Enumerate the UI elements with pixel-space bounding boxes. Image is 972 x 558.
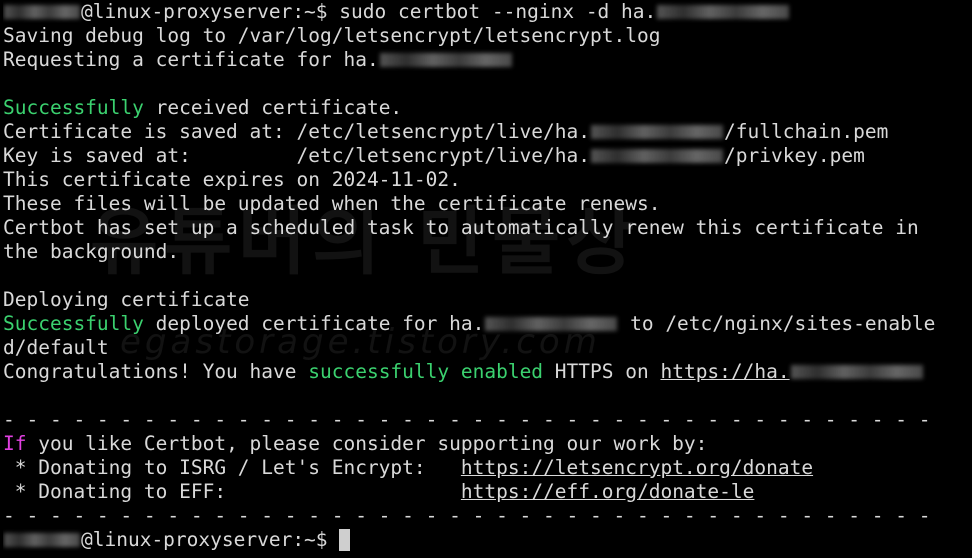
output-deployed-line: Successfully deployed certificate for ha…: [3, 312, 972, 336]
success-keyword: Successfully: [3, 312, 144, 335]
redacted-domain: [485, 317, 618, 331]
key-path-text: Key is saved at: /etc/letsencrypt/live/h…: [3, 144, 590, 167]
donate-isrg-label: * Donating to ISRG / Let's Encrypt:: [3, 456, 461, 479]
prompt-host: @linux-proxyserver:~$: [81, 0, 340, 23]
output-updated-line: These files will be updated when the cer…: [3, 192, 661, 215]
redacted-domain: [379, 53, 512, 67]
output-log-line: Saving debug log to /var/log/letsencrypt…: [3, 24, 661, 47]
donate-isrg-link[interactable]: https://letsencrypt.org/donate: [461, 456, 813, 479]
redacted-domain: [591, 149, 723, 163]
received-text: received certificate.: [143, 96, 403, 119]
success-keyword: Successfully: [3, 96, 144, 119]
site-link[interactable]: https://ha.: [660, 360, 789, 383]
output-scheduled-line-1: Certbot has set up a scheduled task to a…: [3, 216, 919, 239]
output-scheduled-line-2: the background.: [3, 240, 180, 263]
output-cert-path-line: Certificate is saved at: /etc/letsencryp…: [3, 120, 972, 144]
fullchain-text: /fullchain.pem: [724, 120, 889, 143]
redacted-domain: [591, 125, 723, 139]
output-support-line: If you like Certbot, please consider sup…: [3, 432, 972, 456]
request-text: Requesting a certificate for ha.: [3, 48, 379, 71]
output-request-line: Requesting a certificate for ha.: [3, 48, 972, 72]
congrats-text: Congratulations! You have: [3, 360, 309, 383]
output-expires-line: This certificate expires on 2024-11-02.: [3, 168, 461, 191]
terminal-window[interactable]: 유튜버의 만물상 egastorage.tistory.com @linux-p…: [0, 0, 972, 558]
redacted-username: [4, 533, 80, 547]
donate-eff-link[interactable]: https://eff.org/donate-le: [461, 480, 755, 503]
redacted-domain: [790, 365, 923, 379]
output-congrats-line: Congratulations! You have successfully e…: [3, 360, 972, 384]
output-deploying-line: Deploying certificate: [3, 288, 250, 311]
cert-path-text: Certificate is saved at: /etc/letsencryp…: [3, 120, 590, 143]
congrats-mid-text: HTTPS on: [543, 360, 661, 383]
if-keyword: If: [3, 432, 27, 455]
separator-top: - - - - - - - - - - - - - - - - - - - - …: [3, 408, 931, 431]
output-key-path-line: Key is saved at: /etc/letsencrypt/live/h…: [3, 144, 972, 168]
text-cursor: [339, 529, 351, 551]
output-deployed-wrap-line: d/default: [3, 336, 109, 359]
prompt-line-2[interactable]: @linux-proxyserver:~$: [3, 528, 972, 552]
deployed-text: deployed certificate for ha.: [143, 312, 485, 335]
redacted-username: [4, 5, 80, 19]
redacted-domain: [657, 5, 790, 19]
command-text: sudo certbot --nginx -d ha.: [339, 0, 657, 23]
deployed-to-text: to /etc/nginx/sites-enable: [618, 312, 936, 335]
output-donate-eff-line: * Donating to EFF: https://eff.org/donat…: [3, 480, 972, 504]
output-received-line: Successfully received certificate.: [3, 96, 972, 120]
separator-bottom: - - - - - - - - - - - - - - - - - - - - …: [3, 504, 931, 527]
prompt-line-1: @linux-proxyserver:~$ sudo certbot --ngi…: [3, 0, 972, 24]
support-text: you like Certbot, please consider suppor…: [26, 432, 708, 455]
prompt-host: @linux-proxyserver:~$: [81, 528, 340, 551]
privkey-text: /privkey.pem: [724, 144, 865, 167]
output-donate-isrg-line: * Donating to ISRG / Let's Encrypt: http…: [3, 456, 972, 480]
donate-eff-label: * Donating to EFF:: [3, 480, 461, 503]
enabled-highlight: successfully enabled: [308, 360, 544, 383]
